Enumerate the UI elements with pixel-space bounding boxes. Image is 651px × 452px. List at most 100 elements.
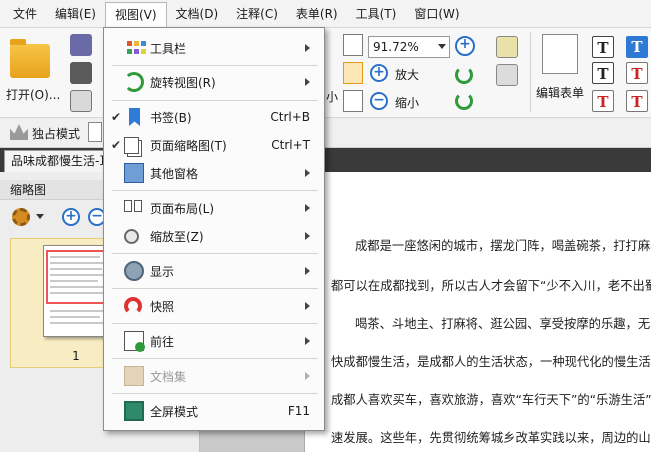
paragraph-line: 成都是一座悠闲的城市，摆龙门阵，喝盖碗茶，打打麻将 — [355, 239, 651, 253]
checkmark-icon: ✔ — [110, 138, 122, 152]
menu-comment[interactable]: 注释(C) — [227, 2, 287, 26]
zoom-out-icon[interactable]: − — [370, 92, 388, 110]
strikeout-icon[interactable]: T — [626, 62, 648, 84]
submenu-arrow-icon — [305, 78, 310, 86]
zoom-value: 91.72% — [373, 40, 419, 54]
menu-item-label: 全屏模式 — [150, 404, 199, 419]
gear-icon[interactable] — [12, 208, 30, 226]
fit-visible-icon[interactable] — [343, 90, 363, 112]
fit-width-icon[interactable] — [343, 62, 363, 84]
page-icon[interactable] — [88, 122, 102, 142]
magnifier-icon[interactable]: + — [455, 36, 475, 56]
paragraph-line: 都可以在成都找到，所以古人才会留下“少不入川，老不出蜀 — [331, 279, 651, 293]
menu-edit[interactable]: 编辑(E) — [46, 2, 105, 26]
menu-item-page-thumbnails[interactable]: ✔ 页面缩略图(T) Ctrl+T — [104, 131, 324, 159]
menu-form[interactable]: 表单(R) — [287, 2, 347, 26]
paragraph-line: 快成都慢生活，是成都人的生活状态，一种现代化的慢生活方 — [331, 355, 651, 369]
menu-item-document-set: 文档集 — [104, 362, 324, 390]
menu-file[interactable]: 文件 — [4, 2, 46, 26]
zoom-icon — [124, 228, 139, 244]
menu-item-label: 其他窗格 — [150, 166, 199, 181]
visible-area-frame[interactable] — [46, 250, 110, 304]
menu-item-bookmarks[interactable]: ✔ 书签(B) Ctrl+B — [104, 103, 324, 131]
menu-item-go-to[interactable]: 前往 — [104, 327, 324, 355]
paragraph-line: 成都人喜欢买车，喜欢旅游，喜欢“车行天下”的“乐游生活” — [331, 393, 651, 407]
menu-item-page-layout[interactable]: 页面布局(L) — [104, 194, 324, 222]
submenu-arrow-icon — [305, 302, 310, 310]
panes-icon — [124, 163, 144, 183]
replace-text-icon[interactable]: T — [626, 90, 648, 112]
menu-item-snapshot[interactable]: 快照 — [104, 292, 324, 320]
add-page-icon[interactable] — [496, 64, 518, 86]
zoom-out-button[interactable]: 缩小 — [395, 94, 419, 111]
save-icon[interactable] — [70, 34, 92, 56]
toolbar-icon — [124, 38, 146, 58]
open-button-label[interactable]: 打开(O)... — [6, 86, 60, 103]
text-field-icon[interactable]: T — [592, 36, 614, 58]
crown-icon — [10, 124, 28, 140]
zoom-in-button[interactable]: 放大 — [395, 66, 419, 83]
text-box-icon[interactable]: T — [592, 62, 614, 84]
show-icon — [124, 261, 144, 281]
open-folder-icon[interactable] — [10, 39, 50, 78]
menu-bar: 文件 编辑(E) 视图(V) 文档(D) 注释(C) 表单(R) 工具(T) 窗… — [0, 0, 651, 28]
menu-item-fullscreen[interactable]: 全屏模式 F11 — [104, 397, 324, 425]
document-set-icon — [124, 366, 144, 386]
menu-item-label: 显示 — [150, 264, 175, 279]
menu-item-label: 快照 — [150, 299, 175, 314]
print-icon[interactable] — [70, 62, 92, 84]
submenu-arrow-icon — [305, 232, 310, 240]
submenu-arrow-icon — [305, 204, 310, 212]
view-menu-dropdown: 工具栏 旋转视图(R) ✔ 书签(B) Ctrl+B ✔ 页面缩略图(T) Ct… — [103, 27, 325, 431]
enlarge-thumbnail-icon[interactable]: + — [62, 208, 80, 226]
paragraph-line: 速发展。这些年，先贯彻统筹城乡改革实践以来，周边的山 会 — [331, 431, 651, 445]
fullscreen-icon — [124, 401, 144, 421]
menu-item-toolbar[interactable]: 工具栏 — [104, 34, 324, 62]
submenu-arrow-icon — [305, 44, 310, 52]
menu-window[interactable]: 窗口(W) — [405, 2, 468, 26]
checkmark-icon: ✔ — [110, 110, 122, 124]
snapshot-icon — [124, 297, 142, 315]
text-insert-icon[interactable]: T — [592, 90, 614, 112]
document-tab[interactable]: 品味成都慢生活-耳 — [4, 150, 104, 172]
page-thumbnail[interactable] — [43, 245, 111, 337]
edit-form-icon[interactable] — [542, 34, 578, 74]
select-tool-icon[interactable] — [496, 36, 518, 58]
edit-form-button[interactable]: 编辑表单 — [536, 84, 584, 101]
ribbon-toolbar: 打开(O)... 小 91.72% + 放大 − 缩小 + 编辑表单 T T T… — [0, 28, 651, 118]
bookmark-icon — [129, 108, 140, 126]
menu-item-label: 前往 — [150, 334, 175, 349]
menu-item-zoom-to[interactable]: 缩放至(Z) — [104, 222, 324, 250]
menu-item-label: 工具栏 — [150, 41, 187, 56]
menu-item-label: 书签(B) — [150, 110, 192, 125]
page-layout-icon — [124, 198, 144, 218]
exclusive-mode-button[interactable]: 独占模式 — [32, 125, 80, 142]
export-icon[interactable] — [70, 90, 92, 112]
menu-item-label: 页面布局(L) — [150, 201, 215, 216]
goto-icon — [124, 331, 145, 352]
menu-tools[interactable]: 工具(T) — [347, 2, 406, 26]
ribbon-partial-label: 小 — [326, 90, 339, 104]
menu-item-label: 文档集 — [150, 369, 187, 384]
menu-item-rotate-view[interactable]: 旋转视图(R) — [104, 68, 324, 96]
rotate-left-icon[interactable] — [455, 66, 473, 84]
submenu-arrow-icon — [305, 337, 310, 345]
typewriter-icon[interactable]: T — [626, 36, 648, 58]
menu-item-label: 页面缩略图(T) — [150, 138, 227, 153]
chevron-down-icon[interactable] — [438, 44, 446, 49]
zoom-in-icon[interactable]: + — [370, 64, 388, 82]
zoom-combobox[interactable]: 91.72% — [368, 36, 450, 58]
chevron-down-icon[interactable] — [36, 214, 44, 219]
menu-item-shortcut: Ctrl+B — [270, 110, 310, 124]
fit-page-icon[interactable] — [343, 34, 363, 56]
rotate-right-icon[interactable] — [455, 92, 473, 110]
menu-view[interactable]: 视图(V) — [104, 1, 167, 28]
menu-document[interactable]: 文档(D) — [167, 2, 228, 26]
submenu-arrow-icon — [305, 372, 310, 380]
menu-item-label: 缩放至(Z) — [150, 229, 204, 244]
menu-item-show[interactable]: 显示 — [104, 257, 324, 285]
paragraph-line: 喝茶、斗地主、打麻将、逛公园、享受按摩的乐趣，无 — [355, 317, 651, 331]
menu-item-other-panes[interactable]: 其他窗格 — [104, 159, 324, 187]
rotate-icon — [124, 72, 144, 92]
submenu-arrow-icon — [305, 169, 310, 177]
